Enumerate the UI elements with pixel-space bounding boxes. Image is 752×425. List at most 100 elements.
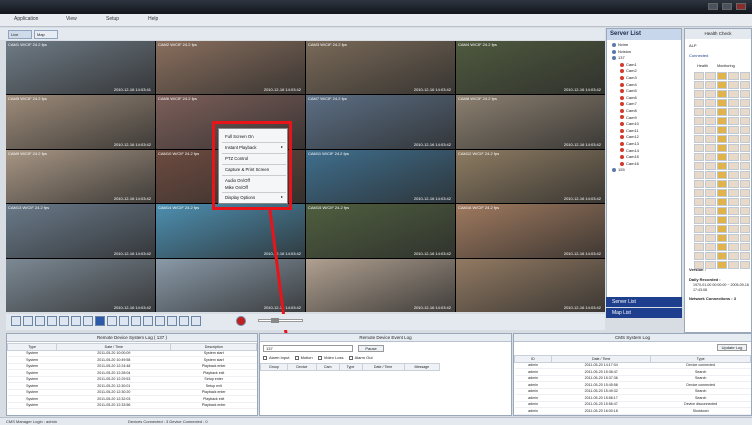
health-indicator <box>716 99 728 107</box>
status-login: CMS Manager Login : admin <box>6 419 57 424</box>
tree-item[interactable]: Cam6 <box>612 95 639 102</box>
update-log-button[interactable]: Update Log <box>717 344 747 351</box>
tree-item[interactable]: Cam2 <box>612 68 639 75</box>
health-indicator <box>705 126 716 134</box>
table-row[interactable]: admin 2011-05-20 16:00:18 Shutdown <box>514 407 751 415</box>
health-indicator <box>705 117 716 125</box>
layout-button[interactable] <box>23 316 33 326</box>
table-cell: Playback enter <box>170 402 257 409</box>
health-indicator <box>739 72 750 80</box>
col-datetime[interactable]: Date / Time <box>361 363 405 371</box>
filter-motion-label: Motion <box>300 355 313 360</box>
filter-alarm-out-checkbox[interactable] <box>348 355 353 360</box>
health-indicator <box>728 216 739 224</box>
volume-slider[interactable] <box>258 318 303 323</box>
filter-video-loss-checkbox[interactable] <box>317 355 322 360</box>
layout-button[interactable] <box>179 316 189 326</box>
health-indicator <box>728 108 739 116</box>
layout-button[interactable] <box>11 316 21 326</box>
tree-item[interactable]: Cam10 <box>612 121 639 128</box>
health-indicator <box>739 81 750 89</box>
tree-item[interactable]: 137 <box>612 55 639 62</box>
tree-item[interactable]: Nvision <box>612 49 639 56</box>
health-indicator <box>716 189 728 197</box>
tree-item[interactable]: Cam7 <box>612 101 639 108</box>
health-indicator <box>705 180 716 188</box>
tree-item[interactable]: Cam9 <box>612 115 639 122</box>
tree-item[interactable]: Cam13 <box>612 141 639 148</box>
health-grid <box>694 72 750 269</box>
network-connections-label: Network Connections : 3 <box>689 296 736 301</box>
server-list-panel: Server List Nvine Nvision 137 Cam1 Cam2 Cam3 C… <box>606 28 682 303</box>
col-device[interactable]: Device <box>287 363 317 371</box>
health-indicator <box>705 90 716 98</box>
health-indicator <box>716 90 728 98</box>
tree-item[interactable]: Cam5 <box>612 88 639 95</box>
health-indicator <box>716 117 728 125</box>
col-group[interactable]: Group <box>259 363 289 371</box>
tree-item[interactable]: Cam14 <box>612 148 639 155</box>
table-cell: Shutdown <box>650 407 751 415</box>
record-button[interactable] <box>236 316 246 326</box>
layout-button[interactable] <box>131 316 141 326</box>
layout-button[interactable] <box>95 316 105 326</box>
pause-button[interactable]: Pause <box>358 345 384 352</box>
tree-item[interactable]: Cam12 <box>612 134 639 141</box>
tree-item[interactable]: Cam16 <box>612 161 639 168</box>
layout-button[interactable] <box>167 316 177 326</box>
filter-alarm-out-label: Alarm Out <box>354 355 373 360</box>
slider-handle[interactable] <box>271 318 279 323</box>
health-indicator <box>694 162 705 170</box>
tree-item[interactable]: 155 <box>612 167 639 174</box>
tree-item[interactable]: Cam11 <box>612 128 639 135</box>
layout-button[interactable] <box>59 316 69 326</box>
health-indicator <box>728 117 739 125</box>
table-row[interactable]: System 2011-05-20 12:33:56 Playback enter <box>7 402 257 409</box>
tree-item-label: Cam15 <box>626 154 639 160</box>
health-indicator <box>694 126 705 134</box>
health-indicator <box>728 162 739 170</box>
health-indicator <box>728 207 739 215</box>
health-indicator <box>705 189 716 197</box>
tree-item-label: Cam13 <box>626 140 639 146</box>
filter-motion-checkbox[interactable] <box>294 355 299 360</box>
layout-button[interactable] <box>71 316 81 326</box>
col-type[interactable]: Type <box>338 363 363 371</box>
layout-button[interactable] <box>35 316 45 326</box>
layout-button[interactable] <box>119 316 129 326</box>
tree-item[interactable]: Cam3 <box>612 75 639 82</box>
tree-item[interactable]: Cam1 <box>612 62 639 69</box>
nav-map-list[interactable]: Map List <box>606 308 682 318</box>
nav-server-list[interactable]: Server List <box>606 297 682 307</box>
health-indicator <box>705 99 716 107</box>
health-connected: Connected <box>689 53 709 58</box>
col-message[interactable]: Message <box>403 363 441 371</box>
layout-button[interactable] <box>143 316 153 326</box>
layout-button[interactable] <box>155 316 165 326</box>
layout-button[interactable] <box>191 316 201 326</box>
camera-icon <box>620 89 624 94</box>
tree-item[interactable]: Cam4 <box>612 82 639 89</box>
tree-item-label: Cam12 <box>626 134 639 140</box>
col-cam[interactable]: Cam <box>315 363 340 371</box>
tree-item[interactable]: Cam8 <box>612 108 639 115</box>
filter-alarm-input-label: Alarm Input <box>269 355 290 360</box>
tree-item[interactable]: Nvine <box>612 42 639 49</box>
camera-icon <box>620 108 624 113</box>
health-indicator <box>716 135 728 143</box>
health-check-panel: Health Check ALP Connected Health Monito… <box>684 28 752 333</box>
health-indicator <box>728 234 739 242</box>
layout-button[interactable] <box>107 316 117 326</box>
tree-item[interactable]: Cam15 <box>612 154 639 161</box>
device-select[interactable]: 137 <box>263 345 353 352</box>
layout-button[interactable] <box>47 316 57 326</box>
health-indicator <box>694 180 705 188</box>
layout-button[interactable] <box>83 316 93 326</box>
system-log-panel: Remote Device System Log ( 137 ) Type Da… <box>6 333 258 416</box>
health-indicator <box>728 225 739 233</box>
health-indicator <box>694 108 705 116</box>
health-indicator <box>739 108 750 116</box>
health-indicator <box>728 153 739 161</box>
health-indicator <box>728 81 739 89</box>
filter-alarm-input-checkbox[interactable] <box>263 355 267 360</box>
